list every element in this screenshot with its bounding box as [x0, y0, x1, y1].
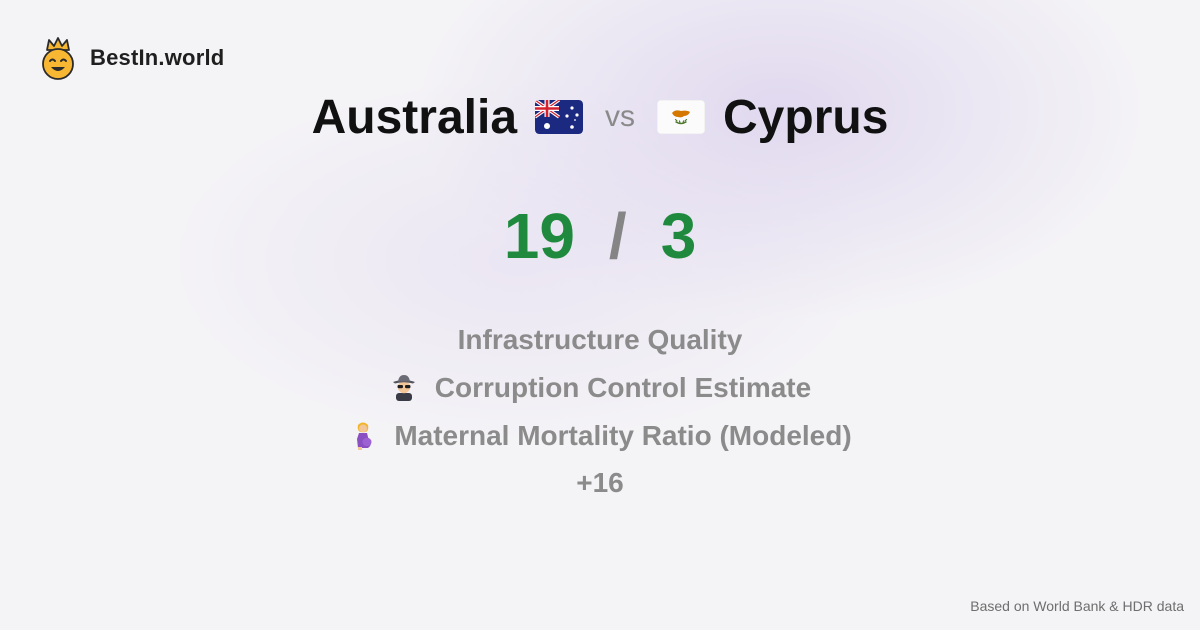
versus-label: vs [605, 100, 636, 133]
right-country-name: Cyprus [723, 90, 889, 144]
metric-label: Corruption Control Estimate [434, 372, 812, 403]
comparison-title: Australia vs Cyprus [0, 86, 1200, 148]
metric-label: Maternal Mortality Ratio (Modeled) [394, 420, 852, 451]
more-metrics-count: +16 [576, 467, 624, 498]
metric-list: Infrastructure Quality Corruption Contro… [0, 316, 1200, 506]
detective-icon [392, 375, 415, 401]
score-row: 19 / 3 [0, 196, 1200, 276]
metric-item: Infrastructure Quality [458, 316, 743, 364]
left-score: 19 [503, 200, 575, 272]
cyprus-flag-icon [657, 100, 706, 134]
australia-flag-icon [535, 100, 584, 134]
right-score: 3 [660, 200, 697, 272]
data-source-note: Based on World Bank & HDR data [970, 598, 1184, 614]
metric-label: Infrastructure Quality [457, 324, 743, 355]
left-country-name: Australia [311, 90, 518, 144]
brand-logo[interactable]: BestIn.world [38, 36, 224, 80]
metric-item: Maternal Mortality Ratio (Modeled) [348, 412, 852, 460]
crowned-smiley-icon [42, 37, 74, 80]
brand-name: BestIn.world [90, 45, 225, 70]
pregnant-woman-icon [357, 422, 372, 450]
score-separator: / [608, 200, 627, 272]
metric-item: Corruption Control Estimate [389, 364, 811, 412]
